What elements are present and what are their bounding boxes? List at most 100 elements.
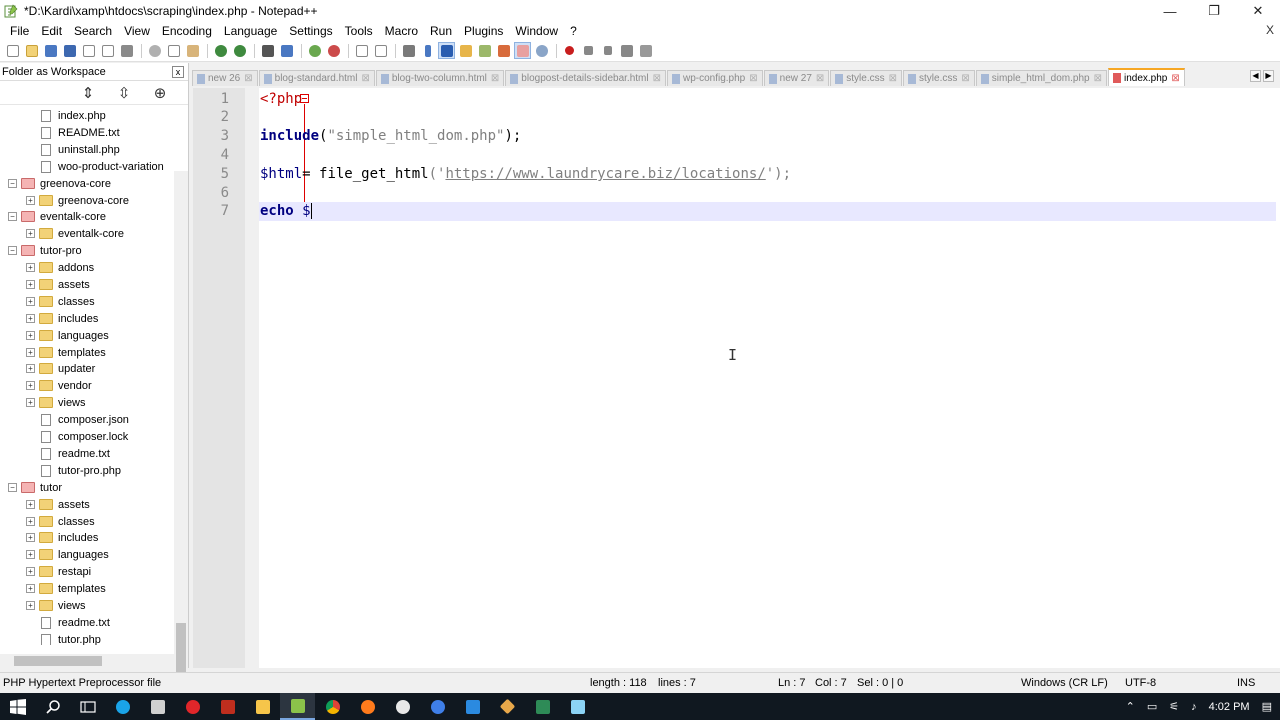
menu-tools[interactable]: Tools <box>339 24 379 38</box>
tab-close-icon[interactable]: ⊠ <box>749 73 757 84</box>
new-file-icon[interactable] <box>4 42 21 59</box>
tree-horizontal-scrollbar[interactable] <box>0 654 175 668</box>
search-taskbar-icon[interactable] <box>35 693 70 720</box>
menu-run[interactable]: Run <box>424 24 458 38</box>
volume-icon[interactable]: ♪ <box>1191 701 1197 713</box>
network-icon[interactable]: ⚟ <box>1169 700 1179 713</box>
close-icon[interactable] <box>80 42 97 59</box>
expand-icon[interactable]: + <box>26 297 35 306</box>
tree-item-folder[interactable]: + eventalk-core <box>26 225 124 242</box>
tree-item-folder[interactable]: + includes <box>26 529 98 546</box>
collapse-all-icon[interactable]: ⇳ <box>118 84 131 102</box>
vscode-taskbar-icon[interactable] <box>455 693 490 720</box>
tab-close-icon[interactable]: ⊠ <box>816 73 824 84</box>
save-macro-icon[interactable] <box>637 42 654 59</box>
tree-item-folder[interactable]: + languages <box>26 327 109 344</box>
print-icon[interactable] <box>118 42 135 59</box>
tree-item-file[interactable]: tutor.php <box>26 631 101 645</box>
clock[interactable]: 4:02 PM <box>1209 701 1250 713</box>
expand-icon[interactable]: + <box>26 550 35 559</box>
expand-icon[interactable]: + <box>26 533 35 542</box>
tab-style-css-1[interactable]: style.css ⊠ <box>830 70 903 86</box>
tree-item-file[interactable]: readme.txt <box>26 445 110 462</box>
panel-close-button[interactable]: x <box>172 65 184 78</box>
doc-map-icon[interactable] <box>476 42 493 59</box>
opera-taskbar-icon[interactable] <box>175 693 210 720</box>
open-file-icon[interactable] <box>23 42 40 59</box>
tab-close-icon[interactable]: ⊠ <box>491 73 499 84</box>
tree-item-project[interactable]: − tutor <box>8 479 62 496</box>
tab-new-27[interactable]: new 27 ⊠ <box>763 70 830 86</box>
maximize-button[interactable]: ❐ <box>1192 0 1236 22</box>
expand-all-icon[interactable]: ⇕ <box>82 84 95 102</box>
chevron-up-icon[interactable]: ⌃ <box>1126 700 1135 713</box>
tree-item-folder[interactable]: + restapi <box>26 563 91 580</box>
tab-index-php[interactable]: index.php ⊠ <box>1107 68 1185 86</box>
close-all-icon[interactable] <box>99 42 116 59</box>
run-macro-multiple-icon[interactable] <box>618 42 635 59</box>
tree-vertical-scrollbar[interactable] <box>174 171 188 711</box>
menu-plugins[interactable]: Plugins <box>458 24 509 38</box>
task-view-icon[interactable] <box>70 693 105 720</box>
notifications-icon[interactable]: ▤ <box>1262 700 1272 713</box>
tree-item-folder[interactable]: + languages <box>26 546 109 563</box>
monitor-icon[interactable] <box>533 42 550 59</box>
tab-close-icon[interactable]: ⊠ <box>244 73 252 84</box>
expand-icon[interactable]: + <box>26 398 35 407</box>
git-taskbar-icon[interactable] <box>490 693 525 720</box>
tree-item-file[interactable]: README.txt <box>26 124 120 141</box>
zoom-in-icon[interactable] <box>306 42 323 59</box>
expand-icon[interactable]: + <box>26 331 35 340</box>
expand-icon[interactable]: + <box>26 364 35 373</box>
zoom-out-icon[interactable] <box>325 42 342 59</box>
tree-item-file[interactable]: composer.json <box>26 411 129 428</box>
expand-icon[interactable]: + <box>26 196 35 205</box>
menu-language[interactable]: Language <box>218 24 283 38</box>
play-macro-icon[interactable] <box>599 42 616 59</box>
save-all-icon[interactable] <box>61 42 78 59</box>
chromium-taskbar-icon[interactable] <box>420 693 455 720</box>
tree-item-folder[interactable]: + includes <box>26 310 98 327</box>
expand-icon[interactable]: + <box>26 500 35 509</box>
locate-current-file-icon[interactable]: ⊕ <box>154 84 167 102</box>
tree-item-file[interactable]: readme.txt <box>26 614 110 631</box>
expand-icon[interactable]: + <box>26 517 35 526</box>
collapse-icon[interactable]: − <box>8 483 17 492</box>
word-wrap-icon[interactable] <box>400 42 417 59</box>
folder-workspace-icon[interactable] <box>514 42 531 59</box>
tab-scroll-right-icon[interactable]: ▶ <box>1263 70 1274 82</box>
expand-icon[interactable]: + <box>26 584 35 593</box>
status-encoding[interactable]: UTF-8 <box>1125 677 1156 689</box>
menu-file[interactable]: File <box>4 24 35 38</box>
paste-icon[interactable] <box>184 42 201 59</box>
tree-item-file[interactable]: composer.lock <box>26 428 128 445</box>
tree-item-file[interactable]: tutor-pro.php <box>26 462 121 479</box>
tree-item-folder[interactable]: + addons <box>26 259 94 276</box>
collapse-icon[interactable]: − <box>8 212 17 221</box>
tab-simple-html-dom[interactable]: simple_html_dom.php ⊠ <box>975 70 1107 86</box>
tree-item-folder[interactable]: + views <box>26 394 86 411</box>
tree-item-folder[interactable]: + views <box>26 597 86 614</box>
tree-item-folder[interactable]: + classes <box>26 293 95 310</box>
tab-close-icon[interactable]: ⊠ <box>961 73 969 84</box>
expand-icon[interactable]: + <box>26 381 35 390</box>
battery-icon[interactable]: ▭ <box>1147 700 1157 713</box>
collapse-icon[interactable]: − <box>8 246 17 255</box>
expand-icon[interactable]: + <box>26 263 35 272</box>
menu-edit[interactable]: Edit <box>35 24 68 38</box>
close-document-button[interactable]: X <box>1266 23 1274 37</box>
tab-blogpost-details-sidebar[interactable]: blogpost-details-sidebar.html ⊠ <box>505 70 666 86</box>
tab-new-26[interactable]: new 26 ⊠ <box>192 70 258 86</box>
show-all-chars-icon[interactable] <box>419 42 436 59</box>
undo-icon[interactable] <box>212 42 229 59</box>
expand-icon[interactable]: + <box>26 229 35 238</box>
status-eol[interactable]: Windows (CR LF) <box>1021 677 1108 689</box>
function-list-icon[interactable] <box>495 42 512 59</box>
menu-settings[interactable]: Settings <box>283 24 338 38</box>
menu-view[interactable]: View <box>118 24 156 38</box>
tab-close-icon[interactable]: ⊠ <box>889 73 897 84</box>
tree-item-folder[interactable]: + assets <box>26 496 90 513</box>
tree-item-folder[interactable]: + greenova-core <box>26 192 129 209</box>
save-icon[interactable] <box>42 42 59 59</box>
menu-window[interactable]: Window <box>509 24 564 38</box>
